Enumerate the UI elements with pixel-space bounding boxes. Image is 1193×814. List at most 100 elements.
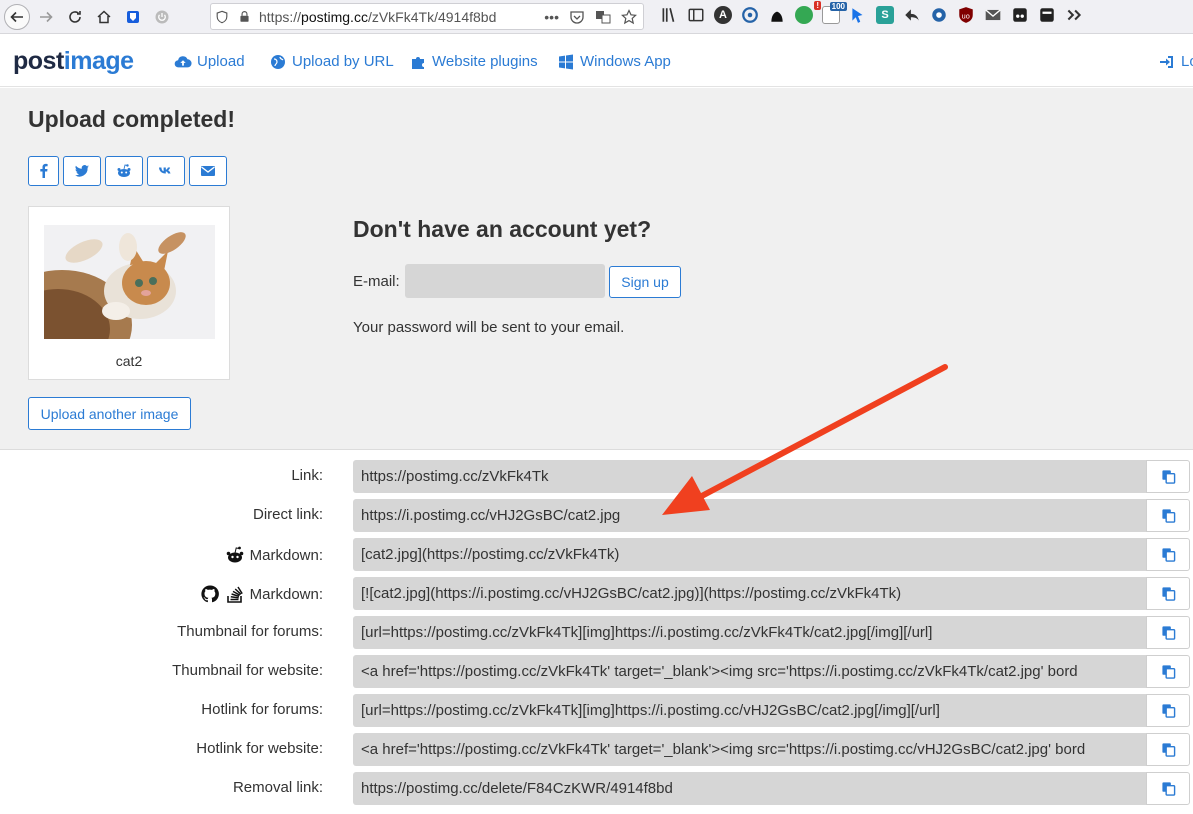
page-title: Upload completed! (28, 106, 236, 132)
link-row: Link: https://postimg.cc/zVkFk4Tk (0, 460, 1193, 493)
forward-button[interactable] (33, 4, 59, 30)
hotlink-website-label: Hotlink for website: (196, 740, 323, 757)
copy-button[interactable] (1146, 460, 1190, 493)
hotlink-website-field[interactable]: <a href='https://postimg.cc/zVkFk4Tk' ta… (353, 733, 1146, 766)
copy-icon (1161, 743, 1175, 757)
link-label-text: Markdown: (249, 546, 323, 564)
copy-icon (1161, 782, 1175, 796)
upload-result-panel: Upload completed! cat2 Upload another im… (0, 88, 1193, 450)
thumbnail-website-label: Thumbnail for website: (172, 662, 323, 679)
bitwarden-button[interactable] (120, 4, 146, 30)
email-input[interactable] (405, 264, 605, 298)
bookmark-star-icon[interactable] (621, 8, 637, 25)
share-twitter-button[interactable] (63, 156, 101, 186)
direct-link-field[interactable]: https://i.postimg.cc/vHJ2GsBC/cat2.jpg (353, 499, 1146, 532)
markdown-github-field[interactable]: [![cat2.jpg](https://i.postimg.cc/vHJ2Gs… (353, 577, 1146, 610)
vk-icon (159, 167, 171, 174)
share-email-button[interactable] (189, 156, 227, 186)
nav-login[interactable]: Lo (1158, 53, 1193, 70)
hotlink-forums-label: Hotlink for forums: (201, 701, 323, 718)
translate-icon[interactable] (595, 9, 611, 25)
url-host: postimg.cc (301, 8, 368, 25)
removal-link-field[interactable]: https://postimg.cc/delete/F84CzKWR/4914f… (353, 772, 1146, 805)
link-field[interactable]: https://postimg.cc/zVkFk4Tk (353, 460, 1146, 493)
globe-icon (271, 54, 285, 69)
home-button[interactable] (91, 4, 117, 30)
copy-button[interactable] (1146, 538, 1190, 571)
counter-badge: 100 (829, 2, 847, 11)
pocket-icon[interactable] (569, 9, 585, 25)
reload-button[interactable] (62, 4, 88, 30)
extension-a-icon[interactable]: A (714, 6, 732, 24)
nav-upload-by-url[interactable]: Upload by URL (269, 53, 394, 70)
puzzle-icon (412, 56, 424, 69)
nav-windows-app[interactable]: Windows App (557, 53, 671, 70)
back-button[interactable] (4, 3, 30, 30)
share-reddit-button[interactable] (105, 156, 143, 186)
upload-another-button[interactable]: Upload another image (28, 397, 191, 430)
signup-button[interactable]: Sign up (609, 266, 681, 298)
hotlink-forums-field[interactable]: [url=https://postimg.cc/zVkFk4Tk][img]ht… (353, 694, 1146, 727)
stack-overflow-icon (226, 586, 243, 603)
link-label-text: Markdown: (249, 585, 323, 603)
svg-text:uo: uo (962, 12, 970, 20)
copy-button[interactable] (1146, 499, 1190, 532)
counter-extension-icon[interactable]: 100 (822, 2, 847, 24)
github-icon (201, 585, 219, 603)
address-bar[interactable]: https://postimg.cc/zVkFk4Tk/4914f8bd ••• (210, 3, 644, 30)
settings-gear-icon[interactable] (930, 6, 948, 24)
copy-button[interactable] (1146, 655, 1190, 688)
copy-button[interactable] (1146, 616, 1190, 649)
sidebar-icon[interactable] (687, 6, 705, 24)
link-label-text: Direct link: (252, 506, 323, 523)
copy-button[interactable] (1146, 694, 1190, 727)
facebook-icon (39, 163, 48, 178)
copy-button[interactable] (1146, 772, 1190, 805)
email-icon (201, 166, 215, 176)
nav-windows-app-label: Windows App (580, 53, 671, 70)
copy-icon (1161, 509, 1175, 523)
nav-upload-by-url-label: Upload by URL (292, 53, 394, 70)
reply-icon[interactable] (903, 6, 921, 24)
notification-badge: ! (814, 1, 821, 10)
link-label-text: Thumbnail for website: (172, 662, 323, 679)
reload-icon (69, 10, 81, 23)
copy-button[interactable] (1146, 577, 1190, 610)
cursor-icon[interactable] (849, 6, 867, 24)
thumbnail-forums-field[interactable]: [url=https://postimg.cc/zVkFk4Tk][img]ht… (353, 616, 1146, 649)
reddit-icon (117, 164, 131, 177)
privacy-badger-icon[interactable] (741, 6, 759, 24)
library-icon[interactable] (660, 6, 678, 24)
cloud-upload-icon (174, 55, 192, 67)
arrow-right-icon (40, 11, 53, 22)
share-vk-button[interactable] (147, 156, 185, 186)
gnome-icon[interactable] (768, 6, 786, 24)
page-actions-button[interactable]: ••• (544, 9, 559, 25)
markdown-reddit-field[interactable]: [cat2.jpg](https://postimg.cc/zVkFk4Tk) (353, 538, 1146, 571)
link-label: Link: (291, 467, 323, 484)
image-caption: cat2 (115, 353, 143, 369)
ublock-icon[interactable]: uo (957, 6, 975, 24)
share-facebook-button[interactable] (28, 156, 59, 186)
power-icon (155, 10, 169, 23)
nav-upload[interactable]: Upload (174, 53, 245, 70)
copy-button[interactable] (1146, 733, 1190, 766)
share-buttons (28, 156, 227, 186)
postimage-logo[interactable]: postimage (13, 47, 134, 76)
copy-icon (1161, 665, 1175, 679)
url-prefix: https:// (259, 8, 302, 25)
overflow-chevron-icon[interactable] (1065, 6, 1083, 24)
extension-dark-icon[interactable] (1011, 6, 1029, 24)
link-row: Thumbnail for forums: [url=https://posti… (0, 616, 1193, 649)
removal-link-label: Removal link: (233, 779, 323, 796)
window-icon[interactable] (1038, 6, 1056, 24)
uploaded-image-thumbnail[interactable] (44, 225, 215, 339)
thumbnail-website-field[interactable]: <a href='https://postimg.cc/zVkFk4Tk' ta… (353, 655, 1146, 688)
mail-icon[interactable] (984, 6, 1002, 24)
link-row: Direct link: https://i.postimg.cc/vHJ2Gs… (0, 499, 1193, 532)
arrow-left-icon (10, 11, 23, 22)
nav-website-plugins[interactable]: Website plugins (409, 53, 538, 70)
power-button[interactable] (149, 4, 175, 30)
stylus-icon[interactable]: S (876, 6, 894, 24)
chrome-style-extension-icon[interactable]: ! (795, 1, 821, 24)
